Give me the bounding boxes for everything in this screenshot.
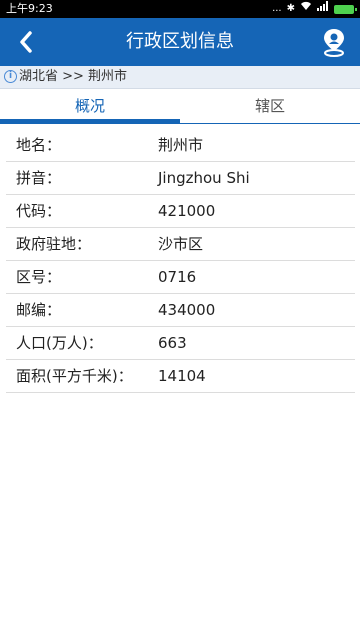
info-icon: i (4, 70, 17, 83)
row-label: 区号： (16, 268, 62, 286)
breadcrumb: i 湖北省 >> 荆州市 (0, 66, 360, 89)
info-row-pinyin: 拼音： Jingzhou Shi (6, 162, 355, 195)
row-value: 421000 (158, 202, 216, 220)
row-value: 663 (158, 334, 187, 352)
breadcrumb-text: 湖北省 >> 荆州市 (19, 69, 128, 84)
tab-bar: 概况 辖区 (0, 89, 360, 124)
status-icons: ... ✱ (272, 0, 357, 18)
row-label: 人口(万人)： (16, 334, 103, 352)
battery-icon (334, 4, 357, 14)
info-row-area: 面积(平方千米)： 14104 (6, 360, 355, 393)
row-value: 434000 (158, 301, 216, 319)
info-list: 地名： 荆州市 拼音： Jingzhou Shi 代码： 421000 政府驻地… (6, 129, 355, 393)
wifi-icon (300, 0, 312, 18)
info-row-population: 人口(万人)： 663 (6, 327, 355, 360)
row-value: 沙市区 (158, 235, 204, 253)
info-row-postcode: 邮编： 434000 (6, 294, 355, 327)
row-label: 政府驻地： (16, 235, 92, 253)
row-value: Jingzhou Shi (158, 169, 250, 187)
info-row-seat: 政府驻地： 沙市区 (6, 228, 355, 261)
bluetooth-icon: ✱ (286, 3, 295, 14)
more-dots-icon: ... (272, 3, 282, 14)
row-label: 邮编： (16, 301, 62, 319)
back-button[interactable] (0, 18, 52, 66)
active-tab-indicator (0, 119, 180, 123)
page-title: 行政区划信息 (126, 31, 234, 52)
signal-icon (317, 0, 329, 18)
info-row-code: 代码： 421000 (6, 195, 355, 228)
row-label: 代码： (16, 202, 62, 220)
row-value: 荆州市 (158, 136, 204, 154)
info-row-name: 地名： 荆州市 (6, 129, 355, 162)
chevron-left-icon (20, 31, 32, 53)
row-value: 0716 (158, 268, 197, 286)
location-button[interactable] (308, 18, 360, 66)
row-label: 地名： (16, 136, 62, 154)
row-value: 14104 (158, 367, 206, 385)
tab-overview[interactable]: 概况 (0, 89, 180, 123)
info-row-area-code: 区号： 0716 (6, 261, 355, 294)
app-header: 行政区划信息 (0, 18, 360, 66)
row-label: 拼音： (16, 169, 62, 187)
status-bar: 上午9:23 ... ✱ (0, 0, 360, 18)
status-time: 上午9:23 (6, 2, 53, 15)
tab-districts[interactable]: 辖区 (180, 89, 360, 123)
row-label: 面积(平方千米)： (16, 367, 133, 385)
location-user-icon (324, 29, 344, 57)
